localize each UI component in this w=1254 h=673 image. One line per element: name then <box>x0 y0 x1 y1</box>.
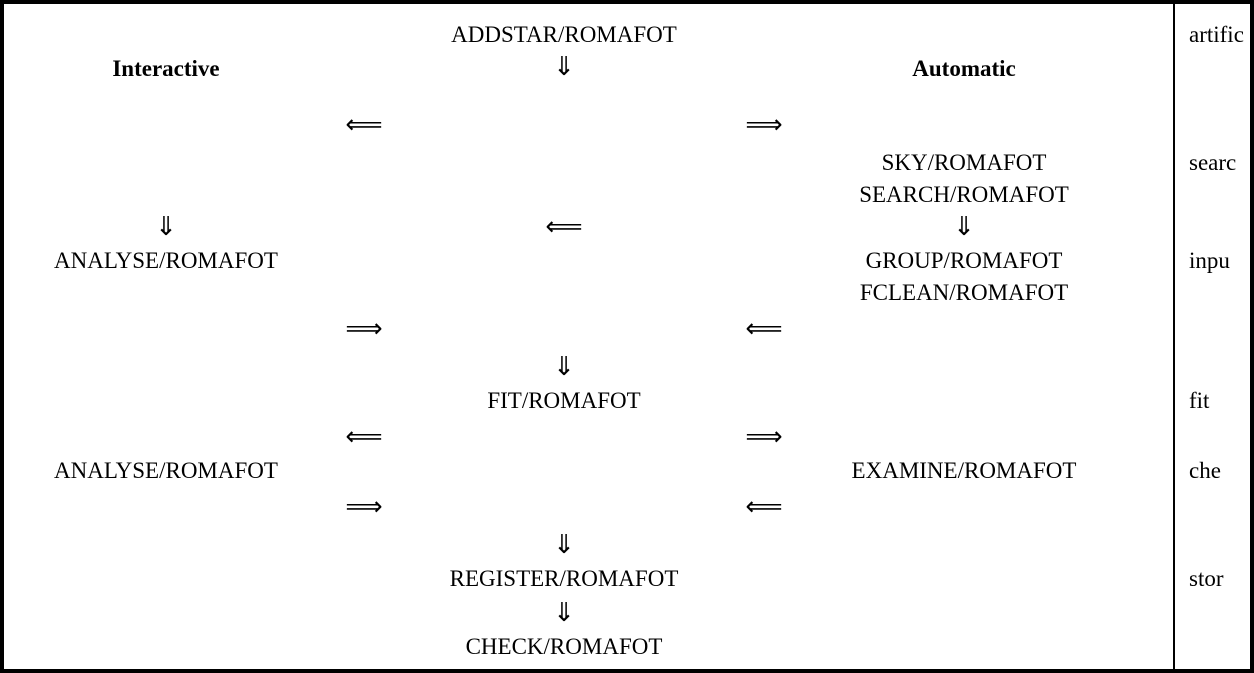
arrow-right-merge1: ⟹ <box>345 316 382 342</box>
side-inpu: inpu <box>1189 248 1230 274</box>
arrow-right-merge2: ⟹ <box>345 494 382 520</box>
arrow-left-1: ⟸ <box>345 112 382 138</box>
cmd-check: CHECK/ROMAFOT <box>466 634 663 660</box>
side-fit: fit <box>1189 388 1209 414</box>
side-stor: stor <box>1189 566 1224 592</box>
main-diagram: ADDSTAR/ROMAFOT Interactive ⇓ Automatic … <box>4 4 1173 669</box>
arrow-down-right: ⇓ <box>953 214 975 240</box>
arrow-down-2: ⇓ <box>553 354 575 380</box>
arrow-down-left: ⇓ <box>155 214 177 240</box>
arrow-right-2: ⟹ <box>745 424 782 450</box>
cmd-sky: SKY/ROMAFOT <box>882 150 1047 176</box>
arrow-down-1: ⇓ <box>553 54 575 80</box>
arrow-left-merge2: ⟸ <box>745 494 782 520</box>
arrow-down-3: ⇓ <box>553 532 575 558</box>
cmd-analyse-2: ANALYSE/ROMAFOT <box>54 458 278 484</box>
cmd-group: GROUP/ROMAFOT <box>866 248 1063 274</box>
cmd-fit: FIT/ROMAFOT <box>487 388 640 414</box>
side-column: artific searc inpu fit che stor <box>1173 4 1250 669</box>
cmd-examine: EXAMINE/ROMAFOT <box>852 458 1077 484</box>
header-interactive: Interactive <box>112 56 219 82</box>
arrow-right-1: ⟹ <box>745 112 782 138</box>
cmd-analyse-1: ANALYSE/ROMAFOT <box>54 248 278 274</box>
cmd-addstar: ADDSTAR/ROMAFOT <box>451 22 677 48</box>
cmd-fclean: FCLEAN/ROMAFOT <box>860 280 1068 306</box>
side-artific: artific <box>1189 22 1244 48</box>
arrow-left-merge1: ⟸ <box>745 316 782 342</box>
header-automatic: Automatic <box>912 56 1015 82</box>
diagram-frame: ADDSTAR/ROMAFOT Interactive ⇓ Automatic … <box>0 0 1254 673</box>
side-che: che <box>1189 458 1221 484</box>
cmd-search: SEARCH/ROMAFOT <box>859 182 1069 208</box>
side-searc: searc <box>1189 150 1236 176</box>
arrow-down-4: ⇓ <box>553 600 575 626</box>
cmd-register: REGISTER/ROMAFOT <box>450 566 679 592</box>
arrow-left-2: ⟸ <box>345 424 382 450</box>
arrow-left-mid: ⟸ <box>545 214 582 240</box>
